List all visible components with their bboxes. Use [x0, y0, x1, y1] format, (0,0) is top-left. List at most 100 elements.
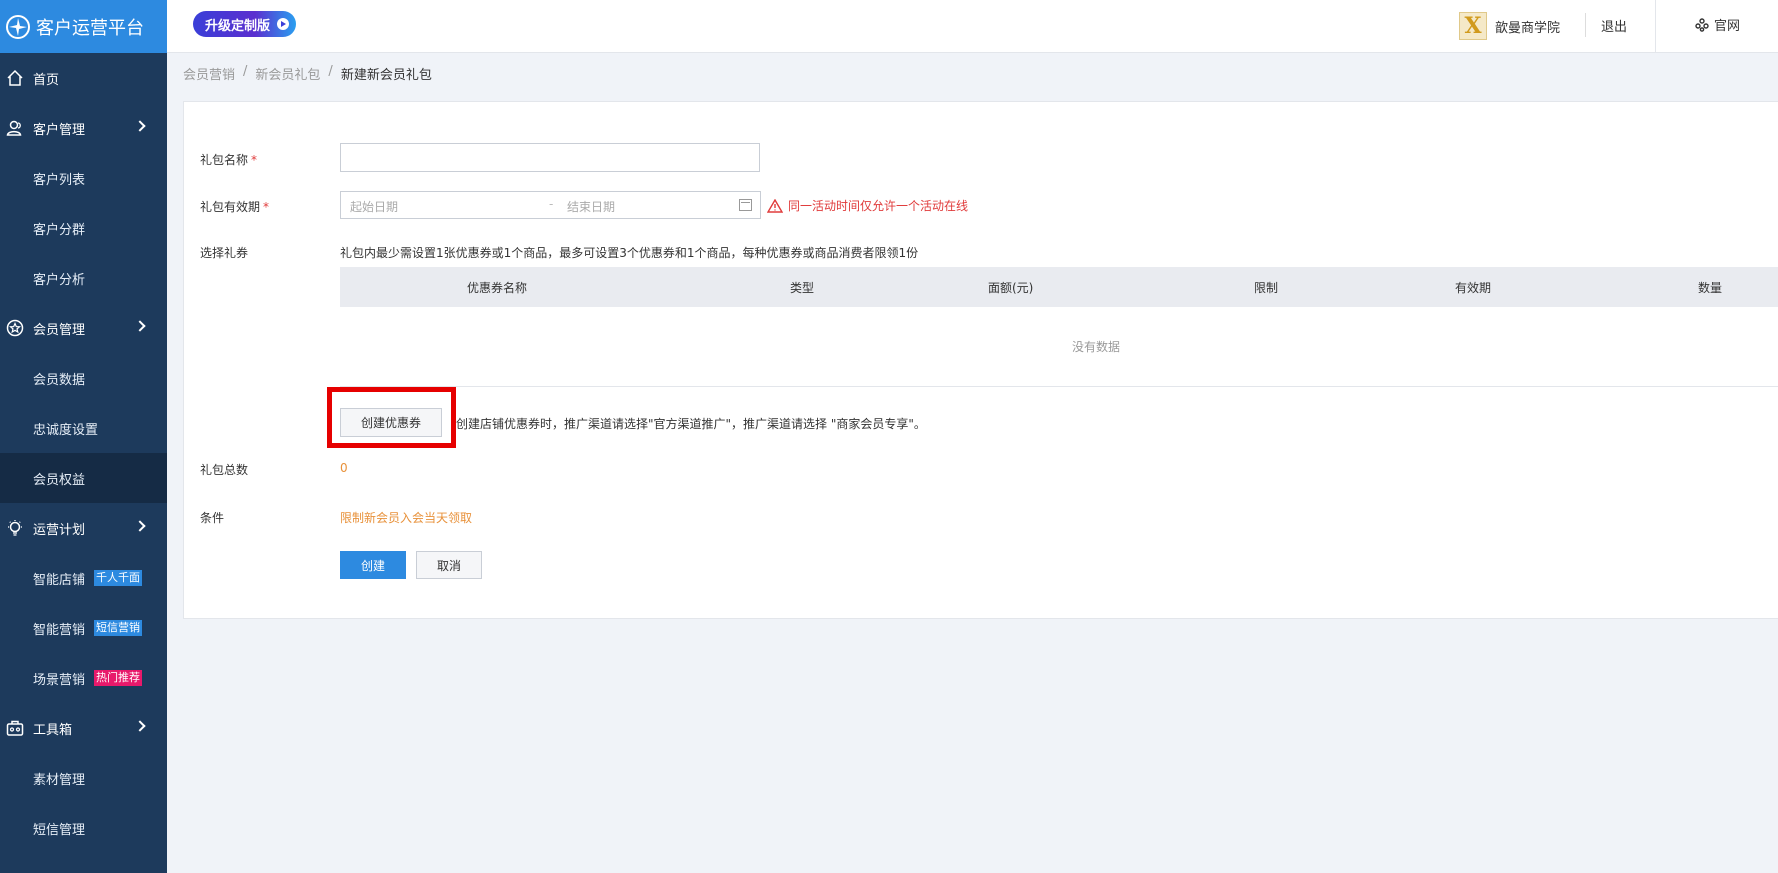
column-header-amount: 面额(元): [988, 281, 1034, 295]
sidebar-item-home[interactable]: 首页: [0, 53, 167, 103]
sidebar-item-label: 素材管理: [33, 772, 86, 788]
official-site-link[interactable]: 官网: [1695, 15, 1740, 34]
validity-warning-text: 同一活动时间仅允许一个活动在线: [788, 199, 969, 213]
column-header-coupon-name: 优惠券名称: [467, 281, 528, 295]
upgrade-label: 升级定制版: [205, 18, 271, 34]
column-header-limit: 限制: [1254, 281, 1279, 295]
sidebar-item-label: 运营计划: [33, 522, 86, 538]
empty-state-text: 没有数据: [1072, 340, 1121, 354]
feature-badge: 短信营销: [94, 620, 143, 636]
date-range-separator: -: [549, 197, 554, 211]
app-title: 客户运营平台: [36, 17, 144, 39]
official-label: 官网: [1714, 19, 1741, 34]
gift-name-label: 礼包名称 *: [200, 151, 257, 168]
breadcrumb: 会员营销 / 新会员礼包 / 新建新会员礼包: [183, 64, 432, 83]
gift-form-card: 礼包名称 * 礼包有效期 * 起始日期 - 结束日期 同一活动时间仅允许一个活动在线…: [183, 101, 1778, 619]
feature-badge: 千人千面: [94, 570, 143, 586]
flower-icon: [1695, 17, 1709, 32]
logout-link[interactable]: 退出: [1601, 16, 1627, 35]
sidebar-item-label: 首页: [33, 72, 60, 88]
sidebar-item-scene-marketing[interactable]: 场景营销 热门推荐: [0, 653, 167, 703]
sidebar-item-customer-management[interactable]: 客户管理: [0, 103, 167, 153]
required-mark: *: [263, 200, 270, 214]
sidebar: 首页 客户管理 客户列表 客户分群 客户分析 会员管理 会员数据 忠诚度设置 会…: [0, 53, 167, 873]
sidebar-item-customer-analysis[interactable]: 客户分析: [0, 253, 167, 303]
breadcrumb-link-member-marketing[interactable]: 会员营销: [183, 64, 235, 83]
gift-name-label-text: 礼包名称: [200, 153, 249, 167]
chevron-right-icon: [134, 320, 146, 332]
warning-icon: [767, 198, 783, 213]
column-header-type: 类型: [790, 281, 815, 295]
header-divider: [1585, 13, 1586, 37]
sidebar-item-member-benefits[interactable]: 会员权益: [0, 453, 167, 503]
gift-total-value: 0: [340, 461, 348, 475]
validity-label-text: 礼包有效期: [200, 200, 261, 214]
sidebar-item-smart-marketing[interactable]: 智能营销 短信营销: [0, 603, 167, 653]
app-logo[interactable]: 客户运营平台: [0, 0, 167, 53]
chevron-right-icon: [134, 720, 146, 732]
coupon-hint: 礼包内最少需设置1张优惠券或1个商品，最多可设置3个优惠券和1个商品，每种优惠券…: [340, 246, 919, 260]
sidebar-item-label: 会员数据: [33, 372, 86, 388]
sidebar-item-label: 智能营销: [33, 622, 86, 638]
sidebar-item-customer-segments[interactable]: 客户分群: [0, 203, 167, 253]
start-date-placeholder[interactable]: 起始日期: [350, 198, 398, 215]
condition-value: 限制新会员入会当天领取: [340, 511, 473, 525]
validity-label: 礼包有效期 *: [200, 198, 269, 215]
highlight-box: [327, 387, 456, 448]
sidebar-item-customer-list[interactable]: 客户列表: [0, 153, 167, 203]
create-coupon-note: 创建店铺优惠券时，推广渠道请选择"官方渠道推广"，推广渠道请选择 "商家会员专享…: [456, 417, 926, 431]
required-mark: *: [251, 153, 258, 167]
sidebar-item-operation-plan[interactable]: 运营计划: [0, 503, 167, 553]
sidebar-item-label: 场景营销: [33, 672, 86, 688]
breadcrumb-current: 新建新会员礼包: [340, 68, 432, 83]
sidebar-item-smart-store[interactable]: 智能店铺 千人千面: [0, 553, 167, 603]
gift-name-input[interactable]: [340, 143, 760, 172]
home-icon: [7, 69, 23, 86]
sidebar-item-label: 智能店铺: [33, 572, 86, 588]
column-header-quantity: 数量: [1698, 281, 1723, 295]
sidebar-item-label: 客户管理: [33, 122, 86, 138]
play-icon: [277, 18, 290, 30]
sidebar-item-label: 工具箱: [33, 722, 73, 738]
top-header: 客户运营平台 升级定制版 X 歆曼商学院 退出 官网: [0, 0, 1778, 53]
end-date-placeholder[interactable]: 结束日期: [567, 198, 615, 215]
cancel-button[interactable]: 取消: [416, 551, 482, 579]
sidebar-item-label: 会员管理: [33, 322, 86, 338]
sidebar-item-sms-management[interactable]: 短信管理: [0, 803, 167, 853]
chevron-right-icon: [134, 520, 146, 532]
upgrade-button[interactable]: 升级定制版: [193, 11, 297, 37]
coupon-table: 优惠券名称 类型 面额(元) 限制 有效期 数量 没有数据: [340, 267, 1778, 387]
sidebar-item-label: 忠诚度设置: [33, 422, 99, 438]
bulb-icon: [8, 520, 22, 536]
column-header-validity: 有效期: [1455, 281, 1492, 295]
star-badge-icon: [6, 319, 24, 337]
hot-badge: 热门推荐: [94, 670, 143, 686]
sidebar-item-label: 会员权益: [33, 472, 86, 488]
school-name: 歆曼商学院: [1495, 20, 1561, 36]
validity-date-range[interactable]: 起始日期 - 结束日期: [340, 191, 761, 219]
sidebar-item-material-management[interactable]: 素材管理: [0, 753, 167, 803]
user-group-icon: [6, 120, 22, 136]
toolbox-icon: [6, 720, 24, 736]
breadcrumb-separator: /: [328, 64, 333, 79]
coupon-table-body: 没有数据: [340, 307, 1778, 387]
sidebar-item-member-data[interactable]: 会员数据: [0, 353, 167, 403]
school-link[interactable]: X 歆曼商学院: [1459, 12, 1560, 40]
sidebar-item-loyalty-settings[interactable]: 忠诚度设置: [0, 403, 167, 453]
coupon-table-header: 优惠券名称 类型 面额(元) 限制 有效期 数量: [340, 267, 1778, 307]
sidebar-item-label: 客户列表: [33, 172, 86, 188]
breadcrumb-link-new-member-gift[interactable]: 新会员礼包: [255, 64, 320, 83]
sidebar-item-label: 客户分析: [33, 272, 86, 288]
calendar-icon[interactable]: [739, 199, 752, 211]
gift-total-label: 礼包总数: [200, 463, 249, 477]
header-divider: [1655, 0, 1656, 53]
sidebar-item-member-management[interactable]: 会员管理: [0, 303, 167, 353]
chevron-right-icon: [134, 120, 146, 132]
create-button[interactable]: 创建: [340, 551, 406, 579]
condition-label: 条件: [200, 511, 225, 525]
sidebar-item-label: 短信管理: [33, 822, 86, 838]
breadcrumb-separator: /: [243, 64, 248, 79]
validity-warning: 同一活动时间仅允许一个活动在线: [767, 197, 968, 214]
sidebar-item-toolbox[interactable]: 工具箱: [0, 703, 167, 753]
school-logo: X: [1459, 12, 1487, 40]
